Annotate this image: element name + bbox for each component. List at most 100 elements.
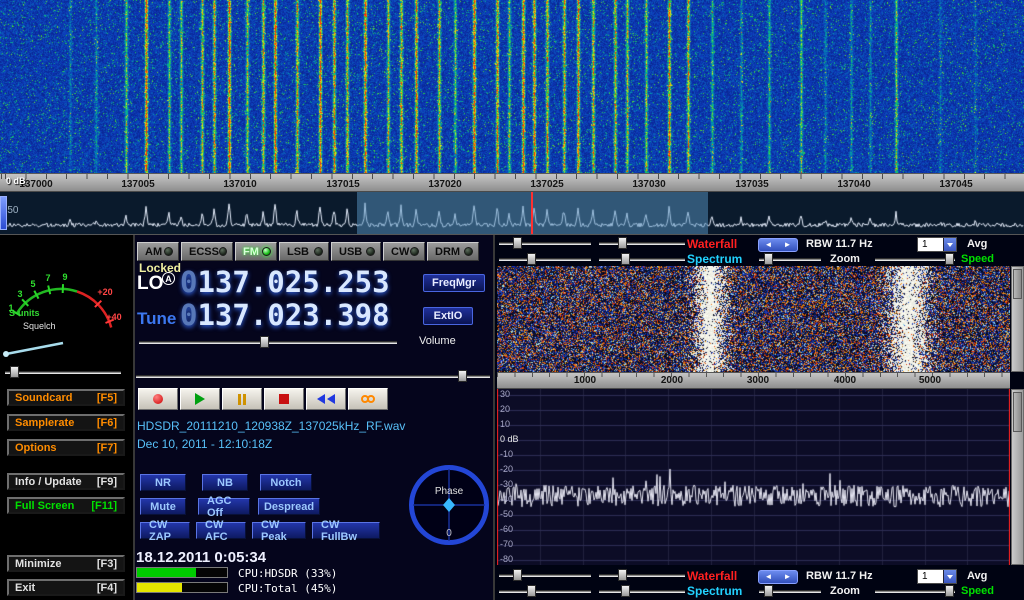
waterfall-scrollbar[interactable] bbox=[1011, 266, 1024, 372]
tune-frequency-value[interactable]: 0137.023.398 bbox=[180, 301, 390, 330]
slider-thumb[interactable] bbox=[527, 253, 536, 265]
cw-fullbw-button[interactable]: CW FullBw bbox=[312, 522, 380, 539]
loop-button[interactable] bbox=[348, 388, 388, 410]
slider-thumb[interactable] bbox=[764, 253, 773, 265]
info-update-button[interactable]: Info / Update[F9] bbox=[7, 473, 125, 490]
agc-button[interactable]: AGC Off bbox=[198, 498, 250, 515]
combo-dropdown-icon[interactable] bbox=[943, 238, 956, 251]
slider-thumb[interactable] bbox=[618, 237, 627, 249]
phase-scope[interactable]: Phase 0 bbox=[406, 458, 492, 550]
volume-slider[interactable] bbox=[139, 336, 397, 348]
arrow-left-icon[interactable]: ◄ bbox=[765, 241, 773, 249]
waterfall-shift-control[interactable]: ◄ ► bbox=[758, 570, 798, 584]
spectrum-lower-slider[interactable] bbox=[599, 585, 685, 597]
despread-button[interactable]: Despread bbox=[258, 498, 320, 515]
spectrum-upper-slider[interactable] bbox=[499, 253, 591, 265]
mode-button-ecss[interactable]: ECSS bbox=[181, 242, 233, 261]
waterfall-lower-slider[interactable] bbox=[599, 237, 685, 249]
slider-thumb[interactable] bbox=[945, 253, 954, 265]
spectrum-upper-slider[interactable] bbox=[499, 585, 591, 597]
cw-zap-button[interactable]: CW ZAP bbox=[140, 522, 190, 539]
spectrum-scrollbar[interactable] bbox=[1011, 389, 1024, 565]
audio-waterfall-display[interactable] bbox=[497, 266, 1010, 372]
slider-thumb[interactable] bbox=[513, 569, 522, 581]
arrow-right-icon[interactable]: ► bbox=[784, 241, 792, 249]
db-tick-label: -50 bbox=[500, 509, 513, 519]
nr-button[interactable]: NR bbox=[140, 474, 186, 491]
mode-led bbox=[164, 247, 173, 256]
extio-button[interactable]: ExtIO bbox=[423, 307, 473, 325]
rewind-button[interactable] bbox=[306, 388, 346, 410]
arrow-right-icon[interactable]: ► bbox=[784, 573, 792, 581]
mode-button-am[interactable]: AM bbox=[137, 242, 179, 261]
play-button[interactable] bbox=[180, 388, 220, 410]
soundcard-button[interactable]: Soundcard[F5] bbox=[7, 389, 125, 406]
minimize-button[interactable]: Minimize[F3] bbox=[7, 555, 125, 572]
slider-thumb[interactable] bbox=[621, 253, 630, 265]
exit-button[interactable]: Exit[F4] bbox=[7, 579, 125, 596]
slider-thumb[interactable] bbox=[945, 585, 954, 597]
spectrum-left-scrollbar-handle[interactable] bbox=[0, 196, 7, 230]
record-button[interactable] bbox=[138, 388, 178, 410]
spectrum-tab[interactable]: Spectrum bbox=[687, 584, 742, 598]
lo-frequency-value[interactable]: 0137.025.253 bbox=[180, 268, 390, 297]
slider-groove bbox=[599, 258, 685, 261]
mode-button-fm[interactable]: FM bbox=[235, 242, 277, 261]
rf-gain-slider[interactable] bbox=[136, 370, 490, 382]
mode-button-lsb[interactable]: LSB bbox=[279, 242, 329, 261]
fullscreen-button[interactable]: Full Screen[F11] bbox=[7, 497, 125, 514]
waterfall-tab[interactable]: Waterfall bbox=[687, 237, 737, 251]
speed-slider[interactable] bbox=[875, 585, 955, 597]
mode-button-cw[interactable]: CW bbox=[383, 242, 425, 261]
slider-thumb[interactable] bbox=[618, 569, 627, 581]
db-tick-label: -40 bbox=[500, 494, 513, 504]
stop-button[interactable] bbox=[264, 388, 304, 410]
main-frequency-scale[interactable]: 137000 137005 137010 137015 137020 13702… bbox=[0, 173, 1024, 192]
mode-button-usb[interactable]: USB bbox=[331, 242, 381, 261]
slider-thumb[interactable] bbox=[621, 585, 630, 597]
avg-combo[interactable]: 1 bbox=[917, 569, 957, 584]
pause-button[interactable] bbox=[222, 388, 262, 410]
spectrum-lower-slider[interactable] bbox=[599, 253, 685, 265]
combo-dropdown-icon[interactable] bbox=[943, 570, 956, 583]
arrow-left-icon[interactable]: ◄ bbox=[765, 573, 773, 581]
db-zero-label: 0 dB bbox=[6, 176, 26, 186]
audio-scale-label: 3000 bbox=[747, 375, 769, 386]
zoom-slider[interactable] bbox=[759, 585, 821, 597]
lo-lock-badge[interactable]: A bbox=[162, 272, 175, 285]
button-label: Exit bbox=[15, 582, 35, 594]
scrollbar-handle[interactable] bbox=[1013, 269, 1022, 299]
audio-scale-label: 1000 bbox=[574, 375, 596, 386]
notch-button[interactable]: Notch bbox=[260, 474, 312, 491]
avg-combo[interactable]: 1 bbox=[917, 237, 957, 252]
squelch-slider[interactable] bbox=[5, 366, 121, 378]
waterfall-tab[interactable]: Waterfall bbox=[687, 569, 737, 583]
nb-button[interactable]: NB bbox=[202, 474, 248, 491]
slider-thumb[interactable] bbox=[513, 237, 522, 249]
scrollbar-handle[interactable] bbox=[1013, 392, 1022, 432]
freqmgr-button[interactable]: FreqMgr bbox=[423, 274, 485, 292]
slider-thumb[interactable] bbox=[260, 336, 269, 348]
slider-thumb[interactable] bbox=[10, 366, 19, 378]
samplerate-button[interactable]: Samplerate[F6] bbox=[7, 414, 125, 431]
waterfall-shift-control[interactable]: ◄ ► bbox=[758, 238, 798, 252]
slider-thumb[interactable] bbox=[458, 370, 467, 382]
spectrum-tab[interactable]: Spectrum bbox=[687, 252, 742, 266]
waterfall-upper-slider[interactable] bbox=[499, 237, 591, 249]
waterfall-upper-slider[interactable] bbox=[499, 569, 591, 581]
main-waterfall-display[interactable] bbox=[0, 0, 1024, 173]
avg-label: Avg bbox=[967, 238, 987, 250]
audio-spectrum-display[interactable] bbox=[497, 389, 1010, 565]
speed-slider[interactable] bbox=[875, 253, 955, 265]
slider-thumb[interactable] bbox=[764, 585, 773, 597]
waterfall-lower-slider[interactable] bbox=[599, 569, 685, 581]
mode-led bbox=[464, 247, 473, 256]
cw-afc-button[interactable]: CW AFC bbox=[196, 522, 246, 539]
mode-button-drm[interactable]: DRM bbox=[427, 242, 479, 261]
mute-button[interactable]: Mute bbox=[140, 498, 186, 515]
slider-thumb[interactable] bbox=[527, 585, 536, 597]
cw-peak-button[interactable]: CW Peak bbox=[252, 522, 306, 539]
phase-label: Phase bbox=[435, 486, 464, 497]
zoom-slider[interactable] bbox=[759, 253, 821, 265]
options-button[interactable]: Options[F7] bbox=[7, 439, 125, 456]
